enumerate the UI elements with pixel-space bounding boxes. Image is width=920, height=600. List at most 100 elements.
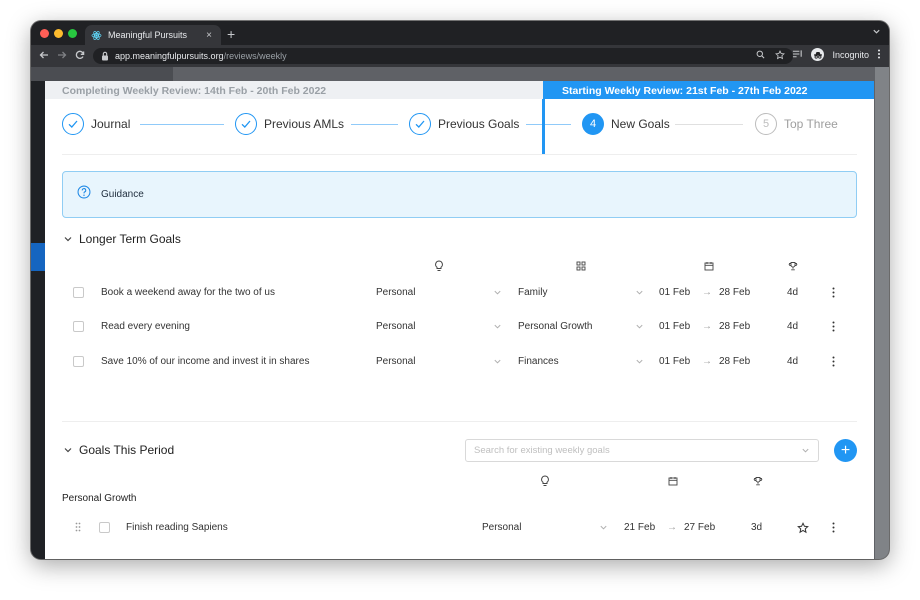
new-tab-button[interactable]: + [227, 25, 235, 43]
duration: 4d [787, 321, 799, 332]
step-connector [140, 124, 224, 125]
area-select[interactable]: Family [518, 287, 547, 298]
page-viewport: Completing Weekly Review: 14th Feb - 20t… [31, 67, 889, 559]
chevron-down-icon[interactable] [598, 522, 608, 532]
chevron-down-icon[interactable] [492, 287, 502, 297]
guidance-panel[interactable]: Guidance [62, 171, 857, 218]
end-date[interactable]: 28 Feb [719, 321, 750, 332]
back-arrow-icon[interactable] [35, 49, 53, 63]
step-label: New Goals [611, 117, 670, 131]
section-title: Longer Term Goals [79, 232, 181, 246]
arrow-right-icon: → [702, 356, 712, 367]
goals-this-period-toggle[interactable]: Goals This Period [62, 443, 174, 457]
weekly-goal-search[interactable]: Search for existing weekly goals [465, 439, 819, 462]
chevron-down-icon[interactable] [634, 287, 644, 297]
background-overlay [875, 67, 889, 559]
chevron-down-icon [62, 233, 74, 245]
chevron-down-icon[interactable] [492, 356, 502, 366]
more-options-icon[interactable] [828, 320, 838, 332]
maximize-window-button[interactable] [68, 29, 77, 38]
goal-title[interactable]: Book a weekend away for the two of us [101, 287, 275, 298]
more-options-icon[interactable] [828, 286, 838, 298]
category-select[interactable]: Personal [376, 287, 415, 298]
zoom-icon[interactable] [756, 50, 765, 63]
tab-strip: Meaningful Pursuits × + [31, 21, 889, 45]
check-icon [62, 113, 84, 135]
category-select[interactable]: Personal [482, 522, 521, 533]
goal-title[interactable]: Read every evening [101, 321, 190, 332]
browser-toolbar: app.meaningfulpursuits.org /reviews/week… [31, 45, 889, 67]
duration: 4d [787, 287, 799, 298]
step-label: Previous Goals [438, 117, 520, 131]
step-top-three[interactable]: 5 Top Three [755, 113, 838, 135]
lightbulb-icon [539, 475, 551, 487]
chevron-down-icon[interactable] [634, 356, 644, 366]
star-icon[interactable] [796, 521, 809, 534]
step-previous-goals[interactable]: Previous Goals [409, 113, 519, 135]
url-path: /reviews/weekly [223, 51, 287, 61]
more-options-icon[interactable] [828, 355, 838, 367]
url-host: app.meaningfulpursuits.org [115, 51, 224, 61]
chevron-down-icon[interactable] [801, 442, 810, 460]
end-date[interactable]: 27 Feb [684, 522, 715, 533]
start-date[interactable]: 01 Feb [659, 356, 690, 367]
grid-icon [575, 260, 587, 272]
minimize-window-button[interactable] [54, 29, 63, 38]
start-date[interactable]: 01 Feb [659, 321, 690, 332]
step-new-goals[interactable]: 4 New Goals [582, 113, 670, 135]
bookmark-star-icon[interactable] [775, 49, 785, 63]
duration: 4d [787, 356, 799, 367]
longer-term-goals-toggle[interactable]: Longer Term Goals [62, 232, 181, 246]
weekly-review-modal: Completing Weekly Review: 14th Feb - 20t… [45, 81, 874, 559]
end-date[interactable]: 28 Feb [719, 287, 750, 298]
browser-menu-icon[interactable] [877, 49, 881, 61]
step-journal[interactable]: Journal [62, 113, 130, 135]
table-row: Save 10% of our income and invest it in … [62, 345, 857, 379]
goal-title[interactable]: Save 10% of our income and invest it in … [101, 356, 309, 367]
end-date[interactable]: 28 Feb [719, 356, 750, 367]
arrow-right-icon: → [702, 321, 712, 332]
goal-checkbox[interactable] [73, 287, 84, 298]
area-select[interactable]: Finances [518, 356, 559, 367]
reload-icon[interactable] [71, 49, 89, 63]
profile-label[interactable]: Incognito [832, 50, 869, 60]
goal-checkbox[interactable] [73, 321, 84, 332]
category-select[interactable]: Personal [376, 356, 415, 367]
more-options-icon[interactable] [828, 521, 838, 533]
add-goal-button[interactable]: + [834, 439, 857, 462]
table-row: Finish reading Sapiens Personal 21 Feb →… [62, 511, 857, 545]
chevron-down-icon[interactable] [492, 321, 502, 331]
address-bar[interactable]: app.meaningfulpursuits.org /reviews/week… [93, 48, 793, 64]
duration: 3d [751, 522, 763, 533]
category-select[interactable]: Personal [376, 321, 415, 332]
tab-search-chevron-icon[interactable] [872, 27, 881, 38]
table-row: Read every evening Personal Personal Gro… [62, 310, 857, 344]
reading-list-icon[interactable] [792, 49, 803, 61]
step-connector [351, 124, 398, 125]
step-previous-amls[interactable]: Previous AMLs [235, 113, 344, 135]
help-icon [77, 185, 91, 204]
table-row: Book a weekend away for the two of us Pe… [62, 276, 857, 310]
react-atom-icon [91, 30, 102, 41]
area-select[interactable]: Personal Growth [518, 321, 592, 332]
trophy-icon [752, 475, 764, 487]
lightbulb-icon [433, 260, 445, 272]
lock-icon [101, 51, 109, 61]
drag-handle-icon[interactable] [73, 521, 83, 533]
browser-window: Meaningful Pursuits × + app.meaningfulpu… [31, 21, 889, 559]
calendar-icon [667, 475, 679, 487]
close-window-button[interactable] [40, 29, 49, 38]
start-date[interactable]: 01 Feb [659, 287, 690, 298]
chevron-down-icon[interactable] [634, 321, 644, 331]
check-icon [409, 113, 431, 135]
goal-checkbox[interactable] [99, 522, 110, 533]
start-date[interactable]: 21 Feb [624, 522, 655, 533]
goal-checkbox[interactable] [73, 356, 84, 367]
forward-arrow-icon[interactable] [53, 49, 71, 63]
tab-close-icon[interactable]: × [203, 30, 215, 41]
goal-title[interactable]: Finish reading Sapiens [126, 522, 228, 533]
browser-tab[interactable]: Meaningful Pursuits × [85, 25, 221, 45]
period-divider [542, 99, 545, 154]
completing-review-header: Completing Weekly Review: 14th Feb - 20t… [45, 81, 543, 99]
incognito-icon[interactable] [811, 48, 825, 61]
